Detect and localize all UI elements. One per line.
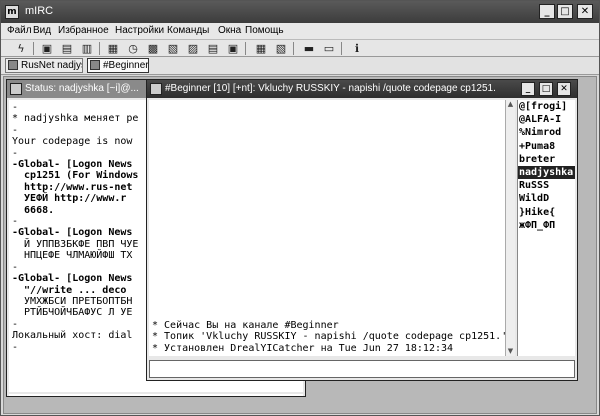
dcc-send-icon[interactable]: ▨	[185, 41, 201, 56]
channel-maximize-button[interactable]: □	[539, 82, 553, 96]
status-window-title: Status: nadjyshka [~i]@...	[25, 83, 139, 94]
switchbar-tab-label: #Beginner	[103, 60, 149, 71]
channel-window-titlebar[interactable]: #Beginner [10] [+nt]: Vkluchy RUSSKIY - …	[147, 80, 577, 98]
nick-list-item[interactable]: WildD	[518, 192, 575, 205]
nick-list-item[interactable]: }Hike{	[518, 206, 575, 219]
toolbar: ϟ ▣ ▤ ▥ ▦ ◷ ▩ ▧ ▨ ▤ ▣ ▦ ▧ ▬ ▭ ℹ	[1, 39, 599, 57]
channel-message: * Сейчас Вы на канале #Beginner	[152, 319, 339, 331]
help-icon[interactable]: ℹ	[349, 41, 365, 56]
channel-window-icon	[150, 83, 162, 95]
channel-window-title: #Beginner [10] [+nt]: Vkluchy RUSSKIY - …	[165, 83, 496, 94]
favorites-icon[interactable]: ▤	[59, 41, 75, 56]
channel-message: * Установлен DrealYICatcher на Tue Jun 2…	[152, 342, 454, 354]
nick-list-item[interactable]: RuSSS	[518, 179, 575, 192]
channel-window-icon	[90, 60, 100, 70]
switchbar-tab-beginner[interactable]: #Beginner	[87, 58, 149, 73]
channel-input[interactable]	[149, 360, 575, 378]
menu-help[interactable]: Помощь	[245, 25, 284, 36]
nick-list-item[interactable]: %Nimrod	[518, 126, 575, 139]
switchbar-tab-label: RusNet nadjys...	[21, 60, 82, 71]
colors-icon[interactable]: ▩	[145, 41, 161, 56]
menu-settings[interactable]: Настройки	[115, 25, 164, 36]
toolbar-separator	[99, 42, 100, 55]
tile-icon[interactable]: ▬	[301, 41, 317, 56]
close-button[interactable]: ✕	[577, 4, 593, 19]
scroll-up-arrow[interactable]: ▲	[506, 100, 515, 109]
toolbar-separator	[33, 42, 34, 55]
mirc-app-icon: m	[5, 5, 19, 19]
nick-list-item[interactable]: nadjyshka	[518, 166, 575, 180]
mdi-workspace: Status: nadjyshka [~i]@... - * nadjyshka …	[3, 76, 597, 414]
status-window-icon	[8, 60, 18, 70]
notify-icon[interactable]: ▣	[225, 41, 241, 56]
urls-icon-2[interactable]: ▧	[273, 41, 289, 56]
toolbar-separator	[293, 42, 294, 55]
nick-list-item[interactable]: жФП_ФП	[518, 219, 575, 232]
address-book-icon[interactable]: ▦	[105, 41, 121, 56]
dcc-chat-icon[interactable]: ▤	[205, 41, 221, 56]
channel-window[interactable]: #Beginner [10] [+nt]: Vkluchy RUSSKIY - …	[146, 79, 578, 381]
switch-bar: RusNet nadjys... #Beginner	[1, 57, 599, 75]
menu-bar: Файл Вид Избранное Настройки Команды Окн…	[1, 23, 599, 39]
nick-list-item[interactable]: breter	[518, 153, 575, 166]
nick-list-item[interactable]: @ALFA-I	[518, 113, 575, 126]
nick-list-item[interactable]: +Puma8	[518, 140, 575, 153]
title-bar: m mIRC _ □ ✕	[1, 1, 599, 23]
channel-text-area[interactable]: * Сейчас Вы на канале #Beginner * Топик '…	[149, 100, 505, 356]
nick-list-item[interactable]: @[frogi]	[518, 100, 575, 113]
mirc-window: m mIRC _ □ ✕ Файл Вид Избранное Настройк…	[0, 0, 600, 416]
status-window-icon	[10, 83, 22, 95]
menu-commands[interactable]: Команды	[167, 25, 209, 36]
channel-close-button[interactable]: ✕	[557, 82, 571, 96]
urls-icon[interactable]: ▦	[253, 41, 269, 56]
channel-message: * Топик 'Vkluchy RUSSKIY - napishi /quot…	[152, 331, 505, 343]
connect-icon[interactable]: ϟ	[13, 41, 29, 56]
menu-view[interactable]: Вид	[33, 25, 51, 36]
toolbar-separator	[341, 42, 342, 55]
app-title: mIRC	[25, 5, 54, 17]
menu-favorites[interactable]: Избранное	[58, 25, 109, 36]
switchbar-tab-status[interactable]: RusNet nadjys...	[5, 58, 83, 73]
script-editor-icon[interactable]: ▧	[165, 41, 181, 56]
maximize-button[interactable]: □	[557, 4, 573, 19]
menu-windows[interactable]: Окна	[218, 25, 241, 36]
channel-scrollbar[interactable]: ▲ ▼	[505, 100, 515, 356]
options-icon[interactable]: ▣	[39, 41, 55, 56]
channel-messages: * Сейчас Вы на канале #Beginner * Топик '…	[152, 320, 505, 354]
minimize-button[interactable]: _	[539, 4, 555, 19]
timer-icon[interactable]: ◷	[125, 41, 141, 56]
nick-list[interactable]: @[frogi] @ALFA-I %Nimrod +Puma8 breter nadjys…	[517, 100, 575, 356]
status-input[interactable]	[9, 394, 303, 396]
scroll-down-arrow[interactable]: ▼	[506, 347, 515, 356]
cascade-icon[interactable]: ▭	[321, 41, 337, 56]
chanlist-icon[interactable]: ▥	[79, 41, 95, 56]
toolbar-separator	[245, 42, 246, 55]
menu-file[interactable]: Файл	[7, 25, 32, 36]
channel-minimize-button[interactable]: _	[521, 82, 535, 96]
